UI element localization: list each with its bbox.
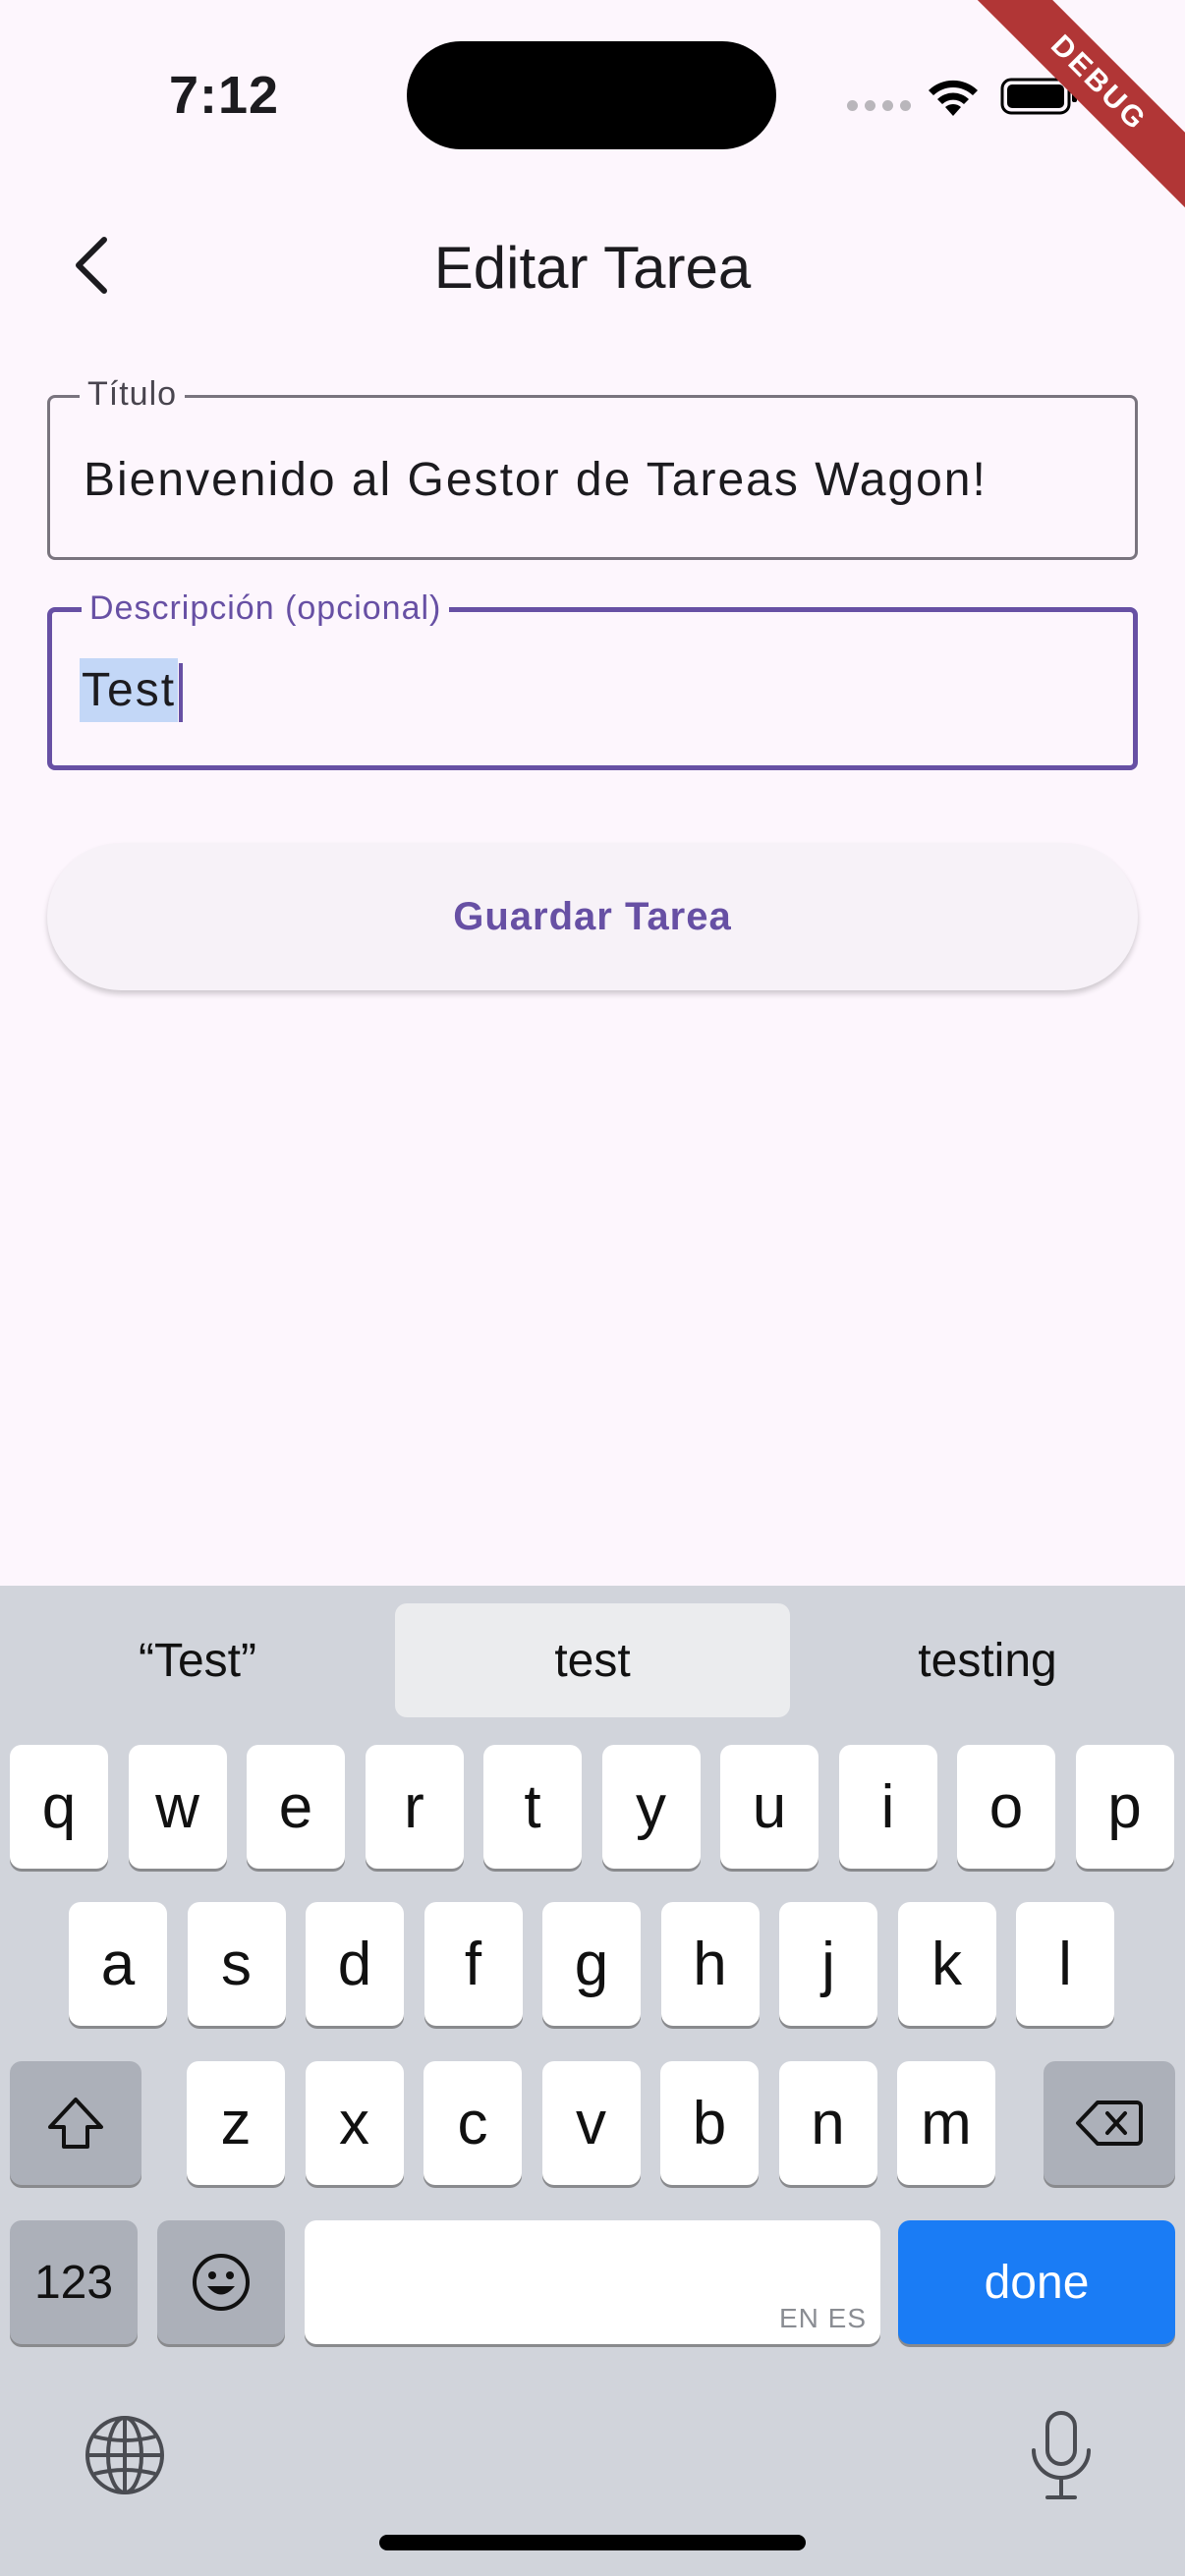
suggestion-item[interactable]: test	[395, 1603, 790, 1717]
key-f[interactable]: f	[423, 1902, 523, 2026]
backspace-key[interactable]	[1044, 2061, 1175, 2185]
app-bar: Editar Tarea	[0, 206, 1185, 324]
keyboard: “Test” test testing qwertyuiop asdfghjkl z…	[0, 1586, 1185, 2576]
key-r[interactable]: r	[365, 1745, 464, 1869]
backspace-icon	[1076, 2100, 1143, 2146]
status-time: 7:12	[169, 66, 280, 125]
key-y[interactable]: y	[601, 1745, 701, 1869]
key-e[interactable]: e	[247, 1745, 345, 1869]
cellular-signal-icon	[847, 100, 911, 111]
key-m[interactable]: m	[897, 2061, 995, 2185]
back-button[interactable]	[51, 226, 130, 305]
text-cursor	[179, 663, 184, 723]
key-c[interactable]: c	[423, 2061, 522, 2185]
suggestion-item[interactable]: testing	[790, 1603, 1185, 1717]
microphone-icon[interactable]	[1024, 2409, 1099, 2503]
title-field[interactable]: Título Bienvenido al Gestor de Tareas Wa…	[47, 374, 1138, 560]
title-field-label: Título	[80, 374, 186, 414]
dynamic-island	[407, 41, 776, 149]
key-t[interactable]: t	[483, 1745, 582, 1869]
key-q[interactable]: q	[10, 1745, 108, 1869]
description-field[interactable]: Descripción (opcional) Test	[47, 588, 1138, 770]
description-field-value: Test	[80, 658, 184, 723]
shift-key[interactable]	[10, 2061, 141, 2185]
key-b[interactable]: b	[660, 2061, 759, 2185]
done-key[interactable]: done	[898, 2220, 1175, 2344]
key-g[interactable]: g	[542, 1902, 641, 2026]
description-field-label: Descripción (opcional)	[82, 588, 450, 628]
key-v[interactable]: v	[541, 2061, 641, 2185]
selected-text: Test	[80, 658, 179, 722]
key-l[interactable]: l	[1016, 1902, 1114, 2026]
page-title: Editar Tarea	[433, 235, 752, 301]
key-d[interactable]: d	[306, 1902, 404, 2026]
key-s[interactable]: s	[187, 1902, 286, 2026]
key-w[interactable]: w	[128, 1745, 227, 1869]
shift-icon	[48, 2098, 103, 2149]
key-x[interactable]: x	[305, 2061, 404, 2185]
key-u[interactable]: u	[720, 1745, 818, 1869]
home-indicator	[379, 2535, 806, 2550]
chevron-left-icon	[76, 237, 107, 294]
globe-icon[interactable]	[83, 2413, 167, 2497]
suggestion-bar: “Test” test testing	[0, 1603, 1185, 1717]
title-field-value: Bienvenido al Gestor de Tareas Wagon!	[84, 454, 988, 506]
suggestion-item[interactable]: “Test”	[0, 1603, 395, 1717]
emoji-key[interactable]	[157, 2220, 285, 2344]
key-h[interactable]: h	[660, 1902, 760, 2026]
numbers-key[interactable]: 123	[10, 2220, 138, 2344]
key-o[interactable]: o	[957, 1745, 1055, 1869]
key-z[interactable]: z	[187, 2061, 285, 2185]
key-p[interactable]: p	[1075, 1745, 1174, 1869]
key-k[interactable]: k	[897, 1902, 996, 2026]
emoji-icon	[193, 2254, 250, 2311]
key-i[interactable]: i	[838, 1745, 937, 1869]
wifi-icon	[929, 80, 978, 116]
keyboard-languages: EN ES	[778, 2303, 867, 2333]
key-j[interactable]: j	[779, 1902, 877, 2026]
key-a[interactable]: a	[69, 1902, 167, 2026]
key-n[interactable]: n	[778, 2061, 877, 2185]
space-key[interactable]: EN ES	[305, 2220, 880, 2344]
save-task-button[interactable]: Guardar Tarea	[47, 843, 1138, 990]
